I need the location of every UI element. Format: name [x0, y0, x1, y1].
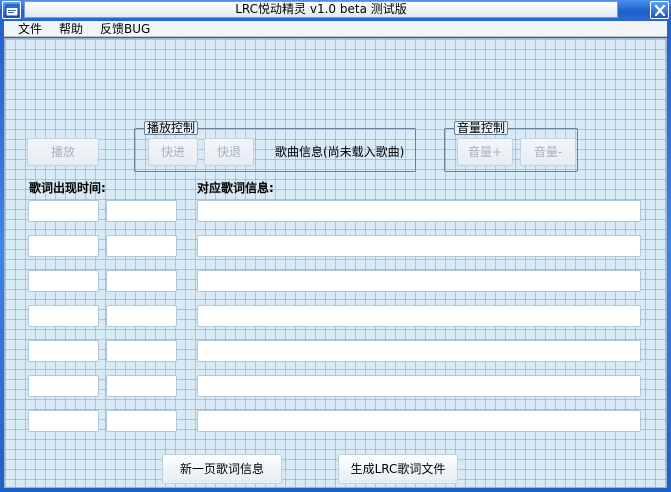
lyric-text-input[interactable]: [197, 340, 641, 362]
time-input-a[interactable]: [28, 375, 99, 397]
lyric-text-input[interactable]: [197, 270, 641, 292]
time-input-b[interactable]: [106, 375, 177, 397]
menu-bar: 文件 帮助 反馈BUG: [4, 21, 667, 37]
close-icon[interactable]: [650, 1, 669, 19]
menu-feedback[interactable]: 反馈BUG: [98, 22, 152, 36]
volume-control-label: 音量控制: [454, 121, 509, 135]
time-input-a[interactable]: [28, 410, 99, 432]
window-title: LRC悦动精灵 v1.0 beta 测试版: [24, 1, 618, 18]
lyric-text-input[interactable]: [197, 235, 641, 257]
time-input-b[interactable]: [106, 305, 177, 327]
lyric-text-input[interactable]: [197, 305, 641, 327]
play-button[interactable]: 播放: [27, 138, 99, 166]
lyric-text-input[interactable]: [197, 410, 641, 432]
main-panel: 播放 播放控制 快进 快退 歌曲信息(尚未载入歌曲) 音量控制 音量+ 音量- …: [4, 38, 667, 488]
time-input-a[interactable]: [28, 340, 99, 362]
volume-up-button[interactable]: 音量+: [457, 138, 513, 166]
lyric-text-input[interactable]: [197, 200, 641, 222]
app-icon[interactable]: [2, 1, 21, 19]
menu-file[interactable]: 文件: [16, 22, 44, 36]
playback-control-label: 播放控制: [144, 121, 199, 135]
generate-lrc-button[interactable]: 生成LRC歌词文件: [338, 454, 458, 484]
volume-down-button[interactable]: 音量-: [520, 138, 576, 166]
time-input-b[interactable]: [106, 340, 177, 362]
time-input-b[interactable]: [106, 200, 177, 222]
time-input-b[interactable]: [106, 410, 177, 432]
menu-help[interactable]: 帮助: [57, 22, 85, 36]
time-input-b[interactable]: [106, 270, 177, 292]
lyric-time-header: 歌词出现时间:: [29, 181, 106, 195]
app-window: LRC悦动精灵 v1.0 beta 测试版 文件 帮助 反馈BUG 播放 播放控…: [0, 0, 671, 492]
new-lyric-page-button[interactable]: 新一页歌词信息: [162, 454, 282, 484]
time-input-a[interactable]: [28, 235, 99, 257]
lyric-text-header: 对应歌词信息:: [197, 181, 274, 195]
fast-forward-button[interactable]: 快进: [148, 138, 198, 166]
time-input-a[interactable]: [28, 305, 99, 327]
rewind-button[interactable]: 快退: [204, 138, 254, 166]
song-info-text: 歌曲信息(尚未载入歌曲): [275, 145, 405, 159]
time-input-a[interactable]: [28, 200, 99, 222]
time-input-a[interactable]: [28, 270, 99, 292]
title-bar[interactable]: LRC悦动精灵 v1.0 beta 测试版: [0, 0, 671, 20]
time-input-b[interactable]: [106, 235, 177, 257]
lyric-text-input[interactable]: [197, 375, 641, 397]
